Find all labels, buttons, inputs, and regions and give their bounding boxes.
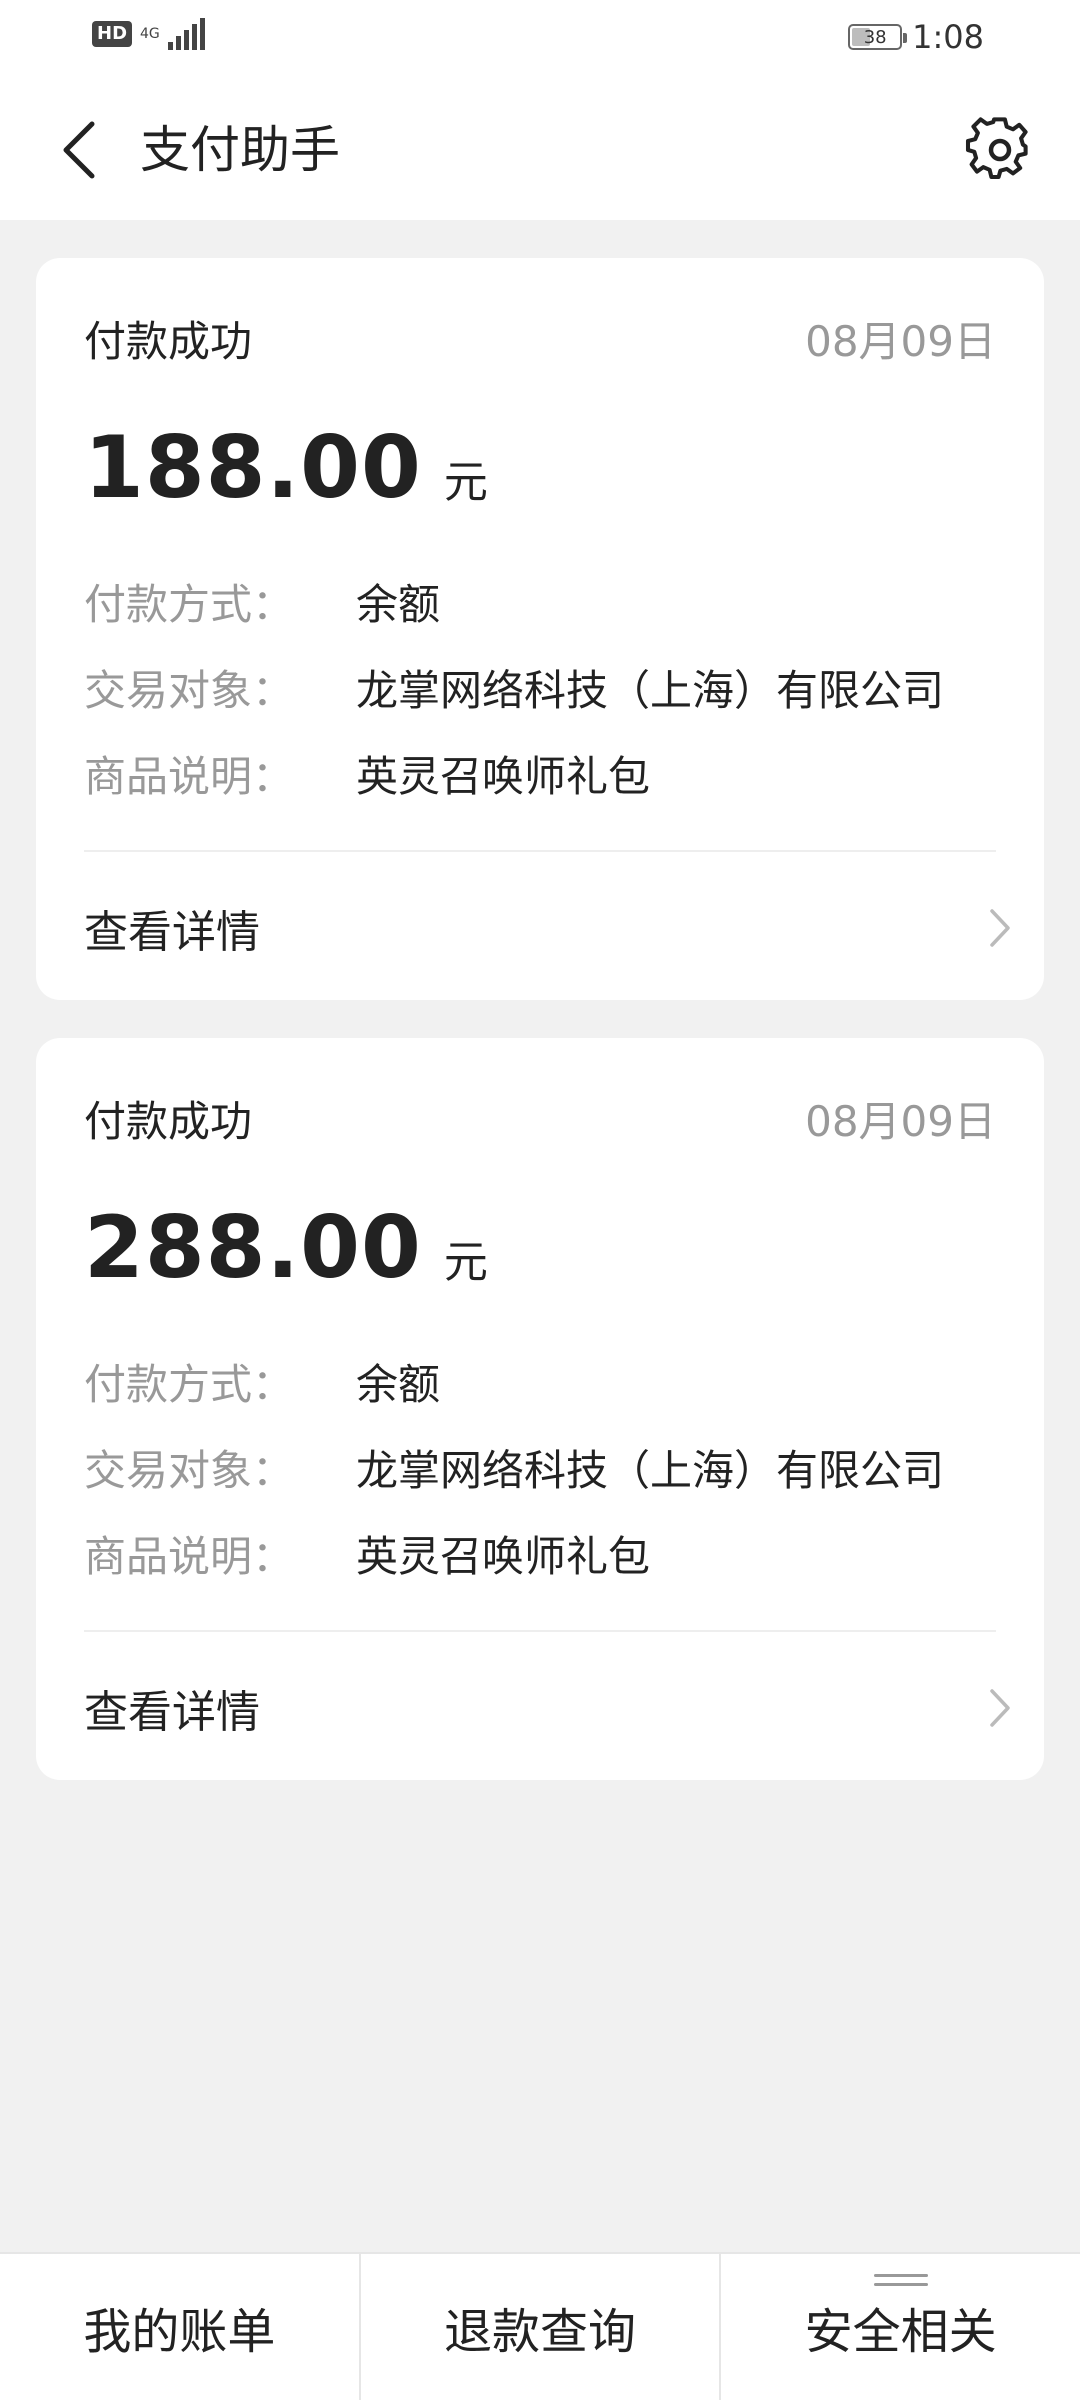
nav-label: 我的账单	[83, 2304, 276, 2360]
currency-unit: 元	[443, 1237, 488, 1288]
settings-button[interactable]	[960, 110, 1040, 190]
info-row: 交易对象： 龙掌网络科技（上海）有限公司	[84, 1424, 944, 1510]
app-header: 支付助手	[0, 80, 1080, 220]
status-right: 38 1:08	[848, 18, 984, 56]
payment-status: 付款成功	[84, 317, 253, 366]
nav-refund-query[interactable]: 退款查询	[358, 2254, 720, 2400]
divider	[84, 850, 996, 852]
info-row: 付款方式： 余额	[84, 1338, 944, 1424]
bottom-nav: 我的账单 退款查询 安全相关	[0, 2252, 1080, 2400]
info-label: 交易对象：	[84, 1445, 295, 1495]
info-label: 付款方式：	[84, 579, 295, 629]
info-row: 交易对象： 龙掌网络科技（上海）有限公司	[84, 644, 944, 730]
view-details-link[interactable]: 查看详情	[84, 1638, 1014, 1778]
payment-date: 08月09日	[805, 317, 996, 366]
payment-card: 付款成功 08月09日 188.00 元 付款方式： 余额 交易对象： 龙掌网络…	[36, 258, 1044, 1000]
currency-unit: 元	[443, 457, 488, 508]
info-row: 商品说明： 英灵召唤师礼包	[84, 1510, 944, 1596]
nav-security[interactable]: 安全相关	[719, 2254, 1080, 2400]
info-value: 龙掌网络科技（上海）有限公司	[356, 665, 945, 715]
payment-amount: 188.00	[84, 418, 422, 518]
back-button[interactable]	[40, 110, 120, 190]
info-label: 交易对象：	[84, 665, 295, 715]
battery-level: 38	[863, 26, 887, 48]
chevron-right-icon	[990, 909, 1010, 947]
gear-icon	[965, 117, 1028, 180]
info-label: 付款方式：	[84, 1359, 295, 1409]
status-left: HD 4G	[92, 18, 205, 50]
info-label: 商品说明：	[84, 751, 295, 801]
payment-info: 付款方式： 余额 交易对象： 龙掌网络科技（上海）有限公司 商品说明： 英灵召唤…	[84, 558, 944, 816]
nav-label: 退款查询	[444, 2304, 637, 2360]
menu-lines-icon	[873, 2274, 928, 2288]
amount-row: 188.00 元	[84, 418, 488, 518]
info-value: 英灵召唤师礼包	[356, 1531, 651, 1581]
info-row: 商品说明： 英灵召唤师礼包	[84, 730, 944, 816]
hd-badge: HD	[92, 21, 133, 47]
status-bar: HD 4G 38 1:08	[0, 0, 1080, 80]
chevron-left-icon	[63, 121, 95, 179]
amount-row: 288.00 元	[84, 1198, 488, 1298]
info-value: 龙掌网络科技（上海）有限公司	[356, 1445, 945, 1495]
view-details-label: 查看详情	[84, 1687, 260, 1738]
info-value: 英灵召唤师礼包	[356, 751, 651, 801]
network-type: 4G	[140, 26, 160, 42]
clock: 1:08	[912, 18, 984, 56]
info-row: 付款方式： 余额	[84, 558, 944, 644]
nav-label: 安全相关	[804, 2304, 997, 2360]
chevron-right-icon	[990, 1689, 1010, 1727]
signal-icon	[167, 18, 205, 50]
info-value: 余额	[356, 579, 441, 629]
payment-card: 付款成功 08月09日 288.00 元 付款方式： 余额 交易对象： 龙掌网络…	[36, 1038, 1044, 1780]
page-title: 支付助手	[140, 121, 340, 179]
info-value: 余额	[356, 1359, 441, 1409]
battery-icon: 38	[848, 24, 908, 50]
payment-amount: 288.00	[84, 1198, 422, 1298]
info-label: 商品说明：	[84, 1531, 295, 1581]
nav-my-bills[interactable]: 我的账单	[0, 2254, 359, 2400]
payment-date: 08月09日	[805, 1097, 996, 1146]
divider	[84, 1630, 996, 1632]
payment-status: 付款成功	[84, 1097, 253, 1146]
view-details-label: 查看详情	[84, 907, 260, 958]
payment-info: 付款方式： 余额 交易对象： 龙掌网络科技（上海）有限公司 商品说明： 英灵召唤…	[84, 1338, 944, 1596]
view-details-link[interactable]: 查看详情	[84, 858, 1014, 998]
